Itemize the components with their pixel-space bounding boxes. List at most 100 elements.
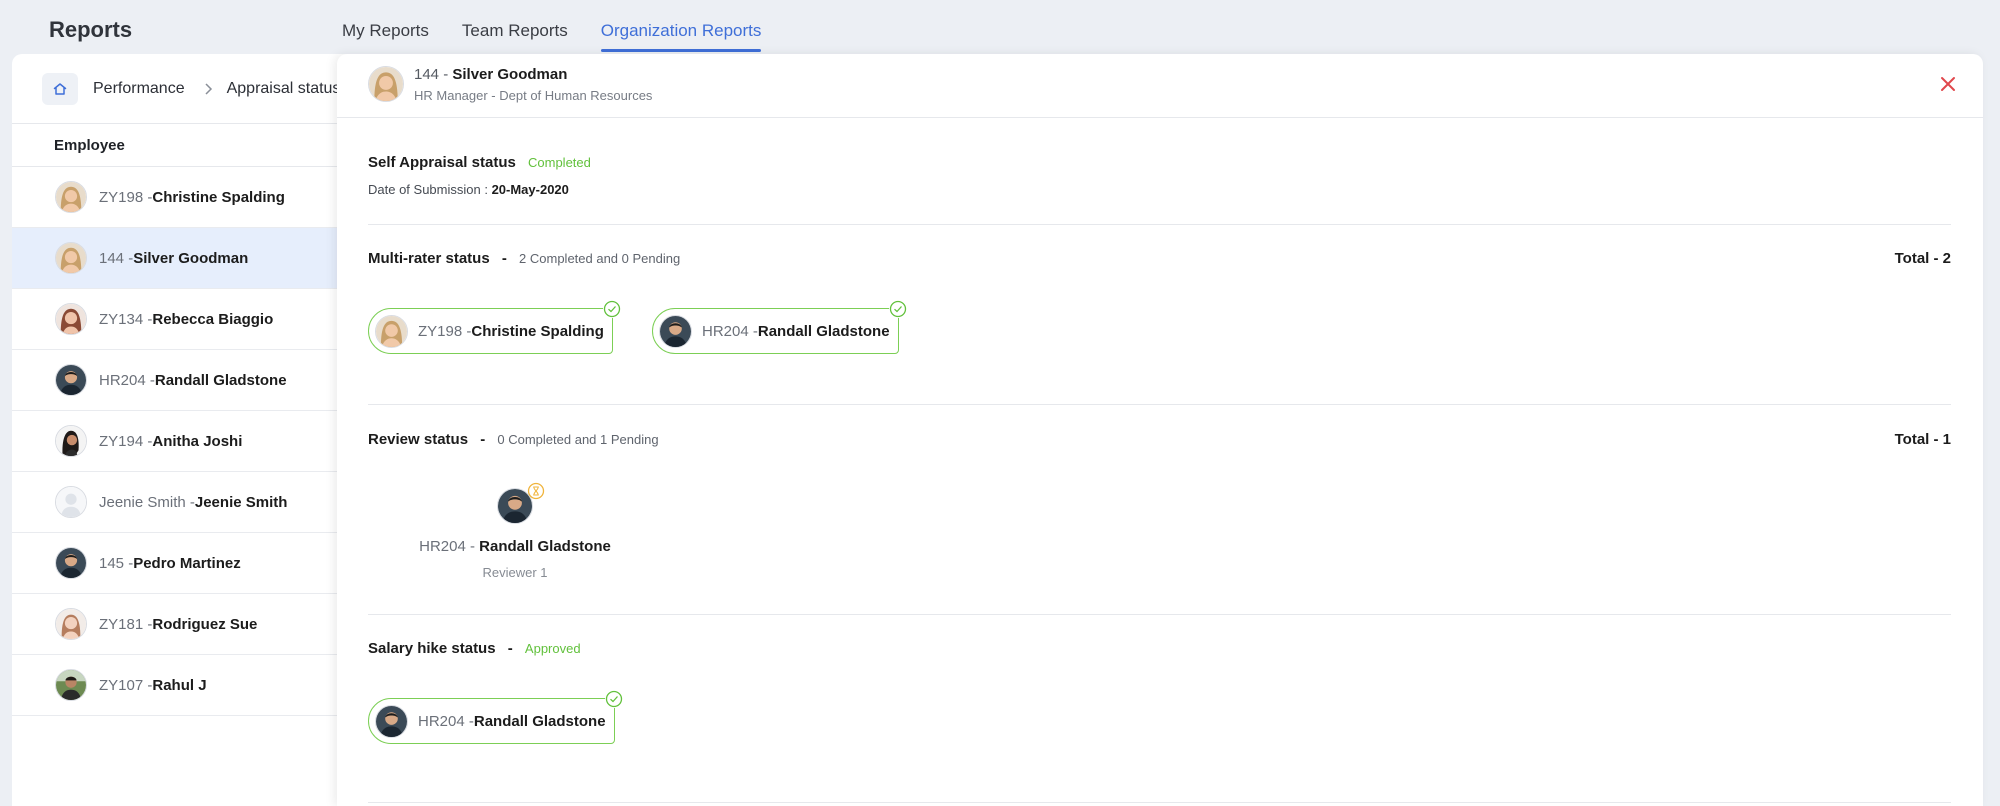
section-label: Self Appraisal status bbox=[368, 154, 516, 171]
employee-name: Jeenie Smith bbox=[194, 493, 288, 511]
reviewer-card[interactable]: HR204 - Randall Gladstone Reviewer 1 bbox=[419, 482, 611, 580]
employee-name: Rahul J bbox=[152, 676, 207, 694]
review-total: Total - 1 bbox=[1894, 431, 1951, 448]
review-title: Review status - 0 Completed and 1 Pendin… bbox=[368, 431, 659, 448]
date-value: 20-May-2020 bbox=[491, 182, 569, 197]
employee-id: ZY181 - bbox=[99, 615, 153, 633]
rater-chip[interactable]: HR204 - Randall Gladstone bbox=[652, 300, 907, 354]
approver-name: Randall Gladstone bbox=[473, 712, 606, 730]
avatar bbox=[55, 181, 87, 213]
avatar bbox=[368, 66, 404, 102]
close-icon[interactable] bbox=[1938, 74, 1958, 94]
check-circle-icon bbox=[604, 690, 623, 708]
employee-title: 144 - Silver Goodman bbox=[414, 66, 567, 83]
check-circle-icon bbox=[602, 300, 621, 318]
reviewer-label: HR204 - Randall Gladstone bbox=[419, 538, 611, 555]
employee-id: 145 - bbox=[99, 554, 134, 572]
reviewer-role: Reviewer 1 bbox=[482, 565, 548, 580]
avatar bbox=[659, 314, 692, 348]
list-header-employee: Employee bbox=[12, 124, 352, 167]
employee-name: Christine Spalding bbox=[152, 188, 285, 206]
reviewer-name: Randall Gladstone bbox=[479, 538, 611, 555]
rater-id: ZY198 - bbox=[418, 322, 472, 340]
self-appraisal-title: Self Appraisal status Completed bbox=[368, 154, 591, 171]
avatar bbox=[55, 303, 87, 335]
section-label: Salary hike status bbox=[368, 640, 496, 657]
employee-id: 144 - bbox=[414, 66, 453, 83]
divider bbox=[368, 224, 1951, 225]
rater-chip[interactable]: ZY198 - Christine Spalding bbox=[368, 300, 621, 354]
avatar bbox=[375, 704, 408, 738]
employee-id: HR204 - bbox=[99, 371, 155, 389]
avatar bbox=[55, 486, 87, 518]
reviewer-avatar-wrap bbox=[497, 482, 545, 524]
separator: - bbox=[480, 431, 486, 448]
rater-name: Christine Spalding bbox=[471, 322, 604, 340]
top-bar: Reports My Reports Team Reports Organiza… bbox=[0, 0, 2000, 54]
divider bbox=[368, 404, 1951, 405]
app-title: Reports bbox=[49, 17, 133, 42]
divider bbox=[368, 614, 1951, 615]
employee-name: Silver Goodman bbox=[133, 249, 249, 267]
approver-id: HR204 - bbox=[418, 712, 474, 730]
avatar bbox=[55, 364, 87, 396]
rater-id: HR204 - bbox=[702, 322, 758, 340]
appraisal-detail-panel: 144 - Silver Goodman HR Manager - Dept o… bbox=[337, 54, 1983, 806]
reviewer-id: HR204 - bbox=[419, 538, 480, 555]
detail-header: 144 - Silver Goodman HR Manager - Dept o… bbox=[337, 54, 1983, 118]
avatar bbox=[375, 314, 408, 348]
date-label: Date of Submission : bbox=[368, 182, 492, 197]
employee-designation: HR Manager - Dept of Human Resources bbox=[414, 88, 653, 103]
check-circle-icon bbox=[888, 300, 907, 318]
approver-chip[interactable]: HR204 - Randall Gladstone bbox=[368, 690, 623, 744]
tab-team-reports[interactable]: Team Reports bbox=[462, 0, 568, 54]
tab-organization-reports[interactable]: Organization Reports bbox=[600, 0, 761, 54]
list-item[interactable]: 145 - Pedro Martinez bbox=[12, 533, 352, 594]
submission-date: Date of Submission : 20-May-2020 bbox=[368, 182, 569, 197]
avatar bbox=[55, 608, 87, 640]
rater-name: Randall Gladstone bbox=[757, 322, 890, 340]
employee-id: ZY134 - bbox=[99, 310, 153, 328]
breadcrumb-performance[interactable]: Performance bbox=[93, 80, 185, 98]
section-label: Review status bbox=[368, 431, 469, 448]
employee-id: ZY198 - bbox=[99, 188, 153, 206]
employee-name: Silver Goodman bbox=[452, 66, 568, 83]
list-item[interactable]: ZY198 - Christine Spalding bbox=[12, 167, 352, 228]
report-tabs: My Reports Team Reports Organization Rep… bbox=[342, 0, 794, 54]
separator: - bbox=[501, 250, 507, 267]
breadcrumb-appraisal-status[interactable]: Appraisal status bbox=[227, 80, 341, 98]
list-item[interactable]: ZY194 - Anitha Joshi bbox=[12, 411, 352, 472]
separator: - bbox=[507, 640, 513, 657]
list-item[interactable]: ZY107 - Rahul J bbox=[12, 655, 352, 716]
list-item[interactable]: ZY181 - Rodriguez Sue bbox=[12, 594, 352, 655]
list-item[interactable]: Jeenie Smith - Jeenie Smith bbox=[12, 472, 352, 533]
employee-list-panel: Performance Appraisal status Employee ZY… bbox=[12, 54, 352, 806]
avatar bbox=[55, 669, 87, 701]
list-item[interactable]: ZY134 - Rebecca Biaggio bbox=[12, 289, 352, 350]
employee-name: Randall Gladstone bbox=[154, 371, 287, 389]
employee-id: ZY107 - bbox=[99, 676, 153, 694]
pending-hourglass-icon bbox=[527, 482, 545, 500]
multi-rater-total: Total - 2 bbox=[1894, 250, 1951, 267]
tab-my-reports[interactable]: My Reports bbox=[342, 0, 429, 54]
breadcrumb: Performance Appraisal status bbox=[12, 54, 352, 124]
home-button[interactable] bbox=[42, 72, 78, 105]
employee-id: 144 - bbox=[99, 249, 134, 267]
salary-hike-title: Salary hike status - Approved bbox=[368, 640, 581, 657]
employee-name: Anitha Joshi bbox=[152, 432, 243, 450]
home-icon bbox=[53, 82, 67, 95]
section-label: Multi-rater status bbox=[368, 250, 490, 267]
list-item-selected[interactable]: 144 - Silver Goodman bbox=[12, 228, 352, 289]
avatar bbox=[55, 242, 87, 274]
divider bbox=[368, 802, 1951, 803]
employee-id: Jeenie Smith - bbox=[99, 493, 195, 511]
list-item[interactable]: HR204 - Randall Gladstone bbox=[12, 350, 352, 411]
salary-hike-status: Approved bbox=[524, 641, 581, 656]
chevron-right-icon bbox=[205, 82, 212, 95]
employee-id: ZY194 - bbox=[99, 432, 153, 450]
avatar bbox=[55, 547, 87, 579]
review-summary: 0 Completed and 1 Pending bbox=[497, 432, 659, 447]
self-appraisal-status: Completed bbox=[528, 155, 591, 170]
avatar bbox=[55, 425, 87, 457]
employee-name: Rodriguez Sue bbox=[152, 615, 258, 633]
